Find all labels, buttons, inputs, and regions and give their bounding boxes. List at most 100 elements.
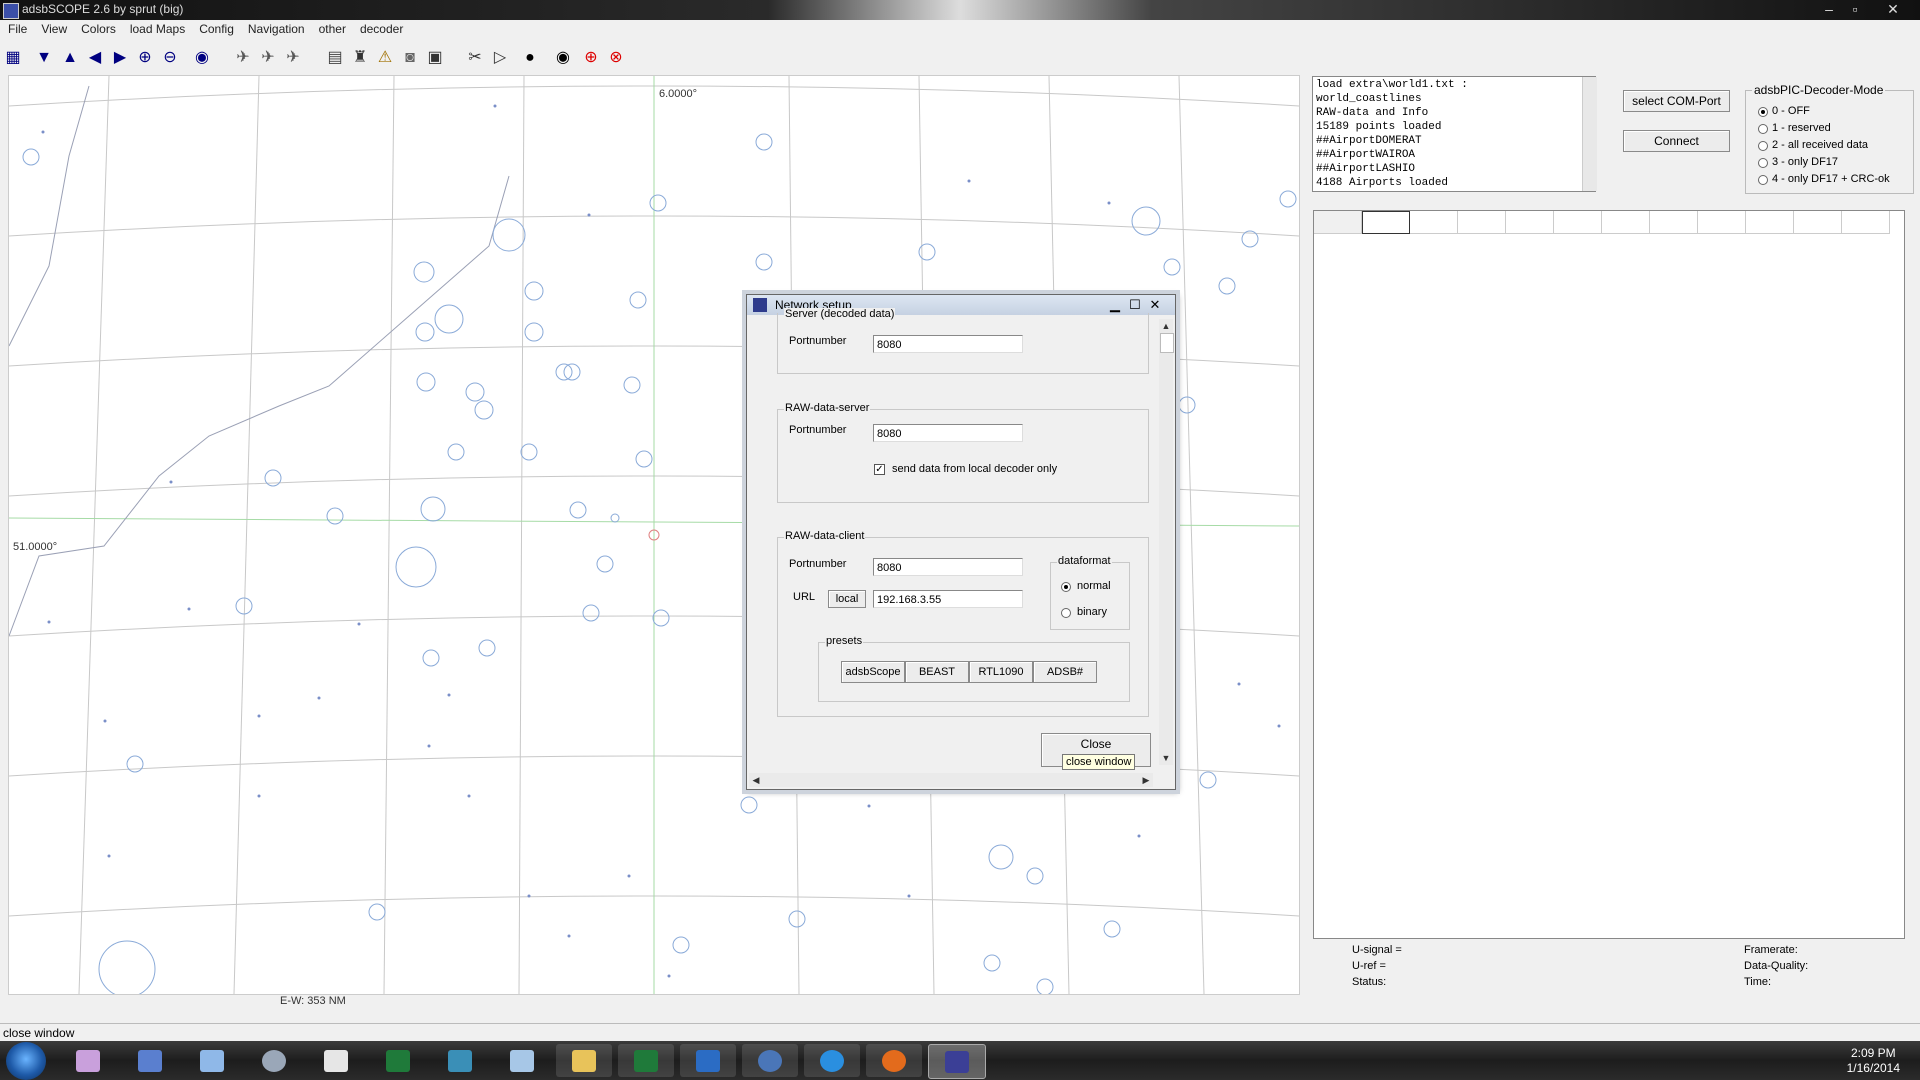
feather-icon[interactable] xyxy=(494,1044,550,1077)
table-header-cell[interactable] xyxy=(1362,211,1410,234)
decoder-mode-group: adsbPIC-Decoder-Mode 0 - OFF 1 - reserve… xyxy=(1745,83,1914,194)
tools-icon[interactable]: ✂ xyxy=(465,48,485,68)
play-icon[interactable]: ▷ xyxy=(490,48,510,68)
connect-button[interactable]: Connect xyxy=(1623,130,1730,152)
url-input[interactable]: 192.168.3.55 xyxy=(873,590,1023,608)
local-decoder-only-label: send data from local decoder only xyxy=(892,463,1058,475)
table-header-cell[interactable] xyxy=(1506,211,1554,234)
network-icon[interactable] xyxy=(122,1044,178,1077)
scroll-up-icon[interactable]: ▲ xyxy=(1159,319,1173,333)
decoder-mode-radio-3[interactable] xyxy=(1758,158,1768,168)
dialog-horizontal-scrollbar[interactable]: ◀ ▶ xyxy=(749,773,1153,787)
visual-studio-icon[interactable] xyxy=(60,1044,116,1077)
dialog-minimize-icon[interactable]: ▁ xyxy=(1107,297,1123,312)
scroll-left-icon[interactable]: ◀ xyxy=(749,773,763,787)
arrow-down-icon[interactable]: ▼ xyxy=(34,48,54,68)
fish-icon[interactable] xyxy=(432,1044,488,1077)
arrow-up-icon[interactable]: ▲ xyxy=(60,48,80,68)
table-header-cell[interactable] xyxy=(1602,211,1650,234)
outlook-icon[interactable] xyxy=(680,1044,736,1077)
server-port-input[interactable]: 8080 xyxy=(873,335,1023,353)
thunderbird-icon[interactable] xyxy=(742,1044,798,1077)
monitor-icon[interactable]: ▣ xyxy=(425,48,445,68)
table-header-cell[interactable] xyxy=(1554,211,1602,234)
firefox-icon[interactable] xyxy=(866,1044,922,1077)
excel-icon[interactable] xyxy=(618,1044,674,1077)
zoom-out-icon[interactable]: ⊖ xyxy=(160,48,180,68)
table-icon[interactable]: ▦ xyxy=(3,48,23,68)
raw-client-group: RAW-data-client Portnumber 8080 URL loca… xyxy=(777,530,1149,717)
dialog-close-icon[interactable]: ✕ xyxy=(1147,297,1163,312)
target-icon[interactable]: ⊕ xyxy=(581,48,601,68)
window-icon[interactable] xyxy=(308,1044,364,1077)
decoder-mode-label: 4 - only DF17 + CRC-ok xyxy=(1772,173,1890,185)
arrow-right-icon[interactable]: ▶ xyxy=(110,48,130,68)
scroll-down-icon[interactable]: ▼ xyxy=(1159,751,1173,765)
decoder-mode-radio-4[interactable] xyxy=(1758,175,1768,185)
globe-icon[interactable]: ◉ xyxy=(192,48,212,68)
raw-client-port-input[interactable]: 8080 xyxy=(873,558,1023,576)
maximize-button[interactable]: ▫ xyxy=(1842,0,1868,18)
plane-icon[interactable]: ✈ xyxy=(283,48,303,68)
network-setup-dialog: Network setup ▁ ☐ ✕ Server (decoded data… xyxy=(746,294,1176,790)
warning-icon[interactable]: ⚠ xyxy=(375,48,395,68)
stop-icon[interactable]: ⊗ xyxy=(606,48,626,68)
table-header-cell[interactable] xyxy=(1794,211,1842,234)
close-button[interactable]: ✕ xyxy=(1880,0,1906,18)
decoder-mode-radio-2[interactable] xyxy=(1758,141,1768,151)
table-header-cell xyxy=(1314,211,1362,234)
menu-load-maps[interactable]: load Maps xyxy=(123,20,192,38)
table-header-cell[interactable] xyxy=(1410,211,1458,234)
menu-config[interactable]: Config xyxy=(192,20,241,38)
plane-icon[interactable]: ✈ xyxy=(233,48,253,68)
dataformat-normal-radio[interactable] xyxy=(1061,582,1071,592)
menu-navigation[interactable]: Navigation xyxy=(241,20,312,38)
table-header-cell[interactable] xyxy=(1842,211,1890,234)
minimize-button[interactable]: – xyxy=(1816,0,1842,18)
tower-icon[interactable]: ♜ xyxy=(350,48,370,68)
excel-icon[interactable] xyxy=(370,1044,426,1077)
clock[interactable]: 2:09 PM 1/16/2014 xyxy=(1847,1046,1900,1076)
decoder-mode-radio-0[interactable] xyxy=(1758,107,1768,117)
table-header-cell[interactable] xyxy=(1746,211,1794,234)
camera-icon[interactable]: ◙ xyxy=(400,48,420,68)
dialog-maximize-icon[interactable]: ☐ xyxy=(1127,297,1143,312)
preset-adsbsharp-button[interactable]: ADSB# xyxy=(1033,661,1097,683)
decoder-mode-radio-1[interactable] xyxy=(1758,124,1768,134)
console-scrollbar[interactable] xyxy=(1582,77,1597,191)
zoom-in-icon[interactable]: ⊕ xyxy=(135,48,155,68)
log-line: ##AirportLASHIO xyxy=(1316,163,1416,175)
plane-icon[interactable]: ✈ xyxy=(258,48,278,68)
menu-other[interactable]: other xyxy=(312,20,353,38)
scroll-thumb[interactable] xyxy=(1160,333,1174,353)
preset-adsbscope-button[interactable]: adsbScope xyxy=(841,661,905,683)
ie-icon[interactable] xyxy=(804,1044,860,1077)
local-button[interactable]: local xyxy=(828,590,866,608)
aircraft-table[interactable] xyxy=(1313,210,1905,939)
local-decoder-only-checkbox[interactable]: ✓ xyxy=(874,464,885,475)
chart-icon[interactable]: ▤ xyxy=(325,48,345,68)
adsbscope-icon[interactable] xyxy=(928,1044,986,1079)
menu-file[interactable]: File xyxy=(0,20,34,38)
record-icon[interactable]: ◉ xyxy=(553,48,573,68)
record-icon[interactable]: ● xyxy=(520,48,540,68)
raw-server-port-input[interactable]: 8080 xyxy=(873,424,1023,442)
dataformat-binary-radio[interactable] xyxy=(1061,608,1071,618)
log-console[interactable]: load extra\world1.txt : world_coastlines… xyxy=(1312,76,1596,192)
menu-view[interactable]: View xyxy=(34,20,74,38)
dialog-vertical-scrollbar[interactable]: ▲ ▼ xyxy=(1159,319,1174,765)
folder-icon[interactable] xyxy=(556,1044,612,1077)
select-com-port-button[interactable]: select COM-Port xyxy=(1623,90,1730,112)
table-header-cell[interactable] xyxy=(1458,211,1506,234)
start-button[interactable] xyxy=(6,1042,46,1080)
chrome-icon[interactable] xyxy=(246,1044,302,1077)
scroll-right-icon[interactable]: ▶ xyxy=(1139,773,1153,787)
arrow-left-icon[interactable]: ◀ xyxy=(85,48,105,68)
notepad-icon[interactable] xyxy=(184,1044,240,1077)
menu-decoder[interactable]: decoder xyxy=(353,20,410,38)
menu-colors[interactable]: Colors xyxy=(74,20,123,38)
preset-rtl1090-button[interactable]: RTL1090 xyxy=(969,661,1033,683)
table-header-cell[interactable] xyxy=(1698,211,1746,234)
table-header-cell[interactable] xyxy=(1650,211,1698,234)
preset-beast-button[interactable]: BEAST xyxy=(905,661,969,683)
